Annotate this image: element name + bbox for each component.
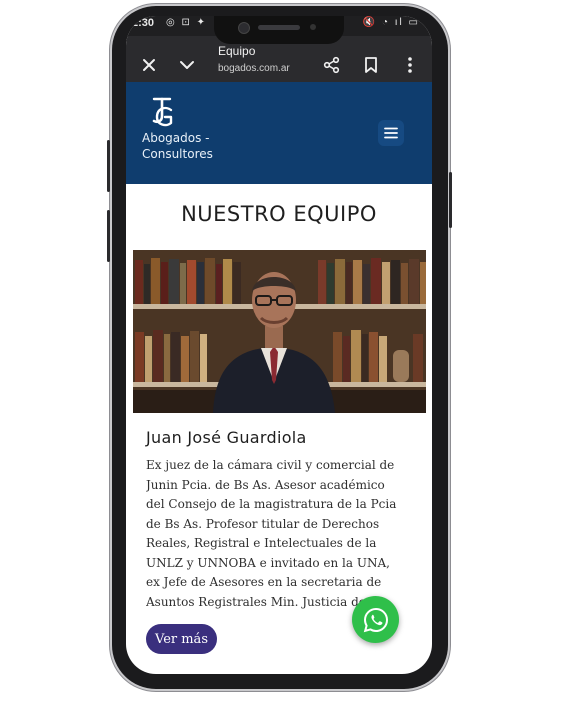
share-icon[interactable]	[319, 52, 345, 78]
close-icon[interactable]	[136, 52, 162, 78]
member-name: Juan José Guardiola	[146, 428, 307, 447]
status-system-icons: 🔇 ◔ ıl ▭	[362, 17, 420, 28]
status-time: 2:30	[132, 17, 155, 29]
logo-text-line2: Consultores	[142, 147, 213, 161]
power-button	[449, 172, 452, 228]
browser-url[interactable]: bogados.com.ar	[218, 63, 290, 74]
earpiece-speaker	[258, 25, 300, 30]
more-vert-icon[interactable]	[397, 52, 423, 78]
page-title: NUESTRO EQUIPO	[181, 202, 377, 226]
logo-text-line1: Abogados -	[142, 131, 210, 145]
bookmark-icon[interactable]	[358, 52, 384, 78]
volume-up-button	[107, 140, 110, 192]
site-header: Abogados - Consultores	[126, 82, 432, 184]
browser-tab-title[interactable]: Equipo	[218, 44, 255, 58]
volume-down-button	[107, 210, 110, 262]
hamburger-icon	[384, 127, 398, 139]
proximity-sensor	[310, 24, 316, 30]
logo-icon[interactable]	[148, 96, 176, 130]
front-camera	[238, 22, 250, 34]
whatsapp-icon	[363, 607, 388, 632]
camera-notch	[214, 16, 344, 44]
whatsapp-button[interactable]	[352, 596, 399, 643]
chevron-down-icon[interactable]	[174, 52, 200, 78]
member-photo	[133, 250, 426, 413]
logo-text[interactable]: Abogados - Consultores	[142, 130, 213, 162]
member-bio: Ex juez de la cámara civil y comercial d…	[146, 458, 397, 609]
ver-mas-button[interactable]: Ver más	[146, 624, 217, 654]
hamburger-menu-button[interactable]	[378, 120, 404, 146]
phone-screen: 2:30 ◎ ⊡ ✦ 🔇 ◔ ıl ▭ Equipo bogados.com.a…	[126, 16, 432, 674]
status-notification-icons: ◎ ⊡ ✦	[166, 17, 208, 28]
